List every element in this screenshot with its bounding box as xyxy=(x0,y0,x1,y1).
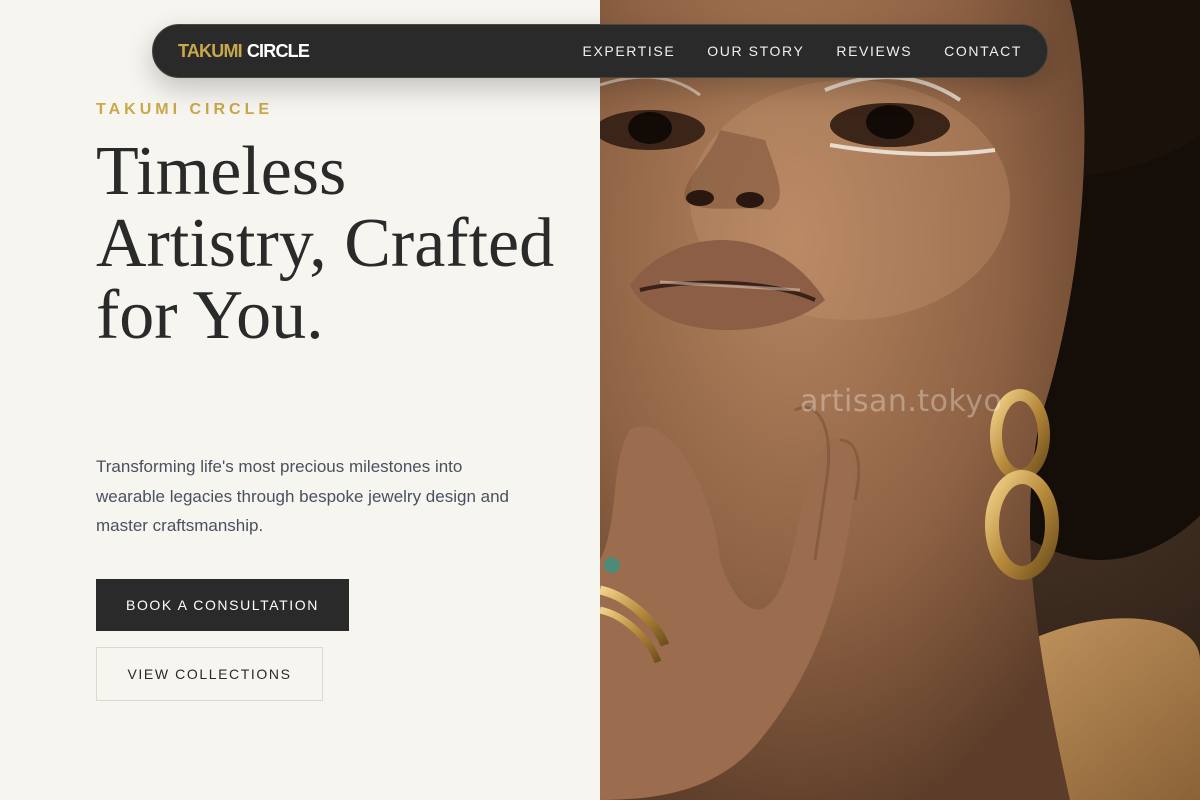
top-navbar: TAKUMI CIRCLE EXPERTISE OUR STORY REVIEW… xyxy=(152,24,1048,78)
book-consultation-button[interactable]: BOOK A CONSULTATION xyxy=(96,579,349,631)
nav-links: EXPERTISE OUR STORY REVIEWS CONTACT xyxy=(583,43,1022,59)
nav-link-our-story[interactable]: OUR STORY xyxy=(707,43,804,59)
hero-eyebrow: TAKUMI CIRCLE xyxy=(96,101,274,118)
hero-headline: Timeless Artistry, Crafted for You. xyxy=(96,133,555,354)
image-watermark: artisan.tokyo xyxy=(800,384,1003,419)
brand-logo[interactable]: TAKUMI CIRCLE xyxy=(178,40,310,62)
view-collections-button[interactable]: VIEW COLLECTIONS xyxy=(96,647,323,701)
nav-link-expertise[interactable]: EXPERTISE xyxy=(583,43,676,59)
brand-name-part2: CIRCLE xyxy=(246,40,310,61)
hero-left-panel: TAKUMI CIRCLE Timeless Artistry, Crafted… xyxy=(0,0,600,800)
brand-name-part1: TAKUMI xyxy=(178,40,243,61)
nav-link-contact[interactable]: CONTACT xyxy=(944,43,1022,59)
nav-link-reviews[interactable]: REVIEWS xyxy=(836,43,912,59)
hero-description: Transforming life's most precious milest… xyxy=(96,457,509,535)
